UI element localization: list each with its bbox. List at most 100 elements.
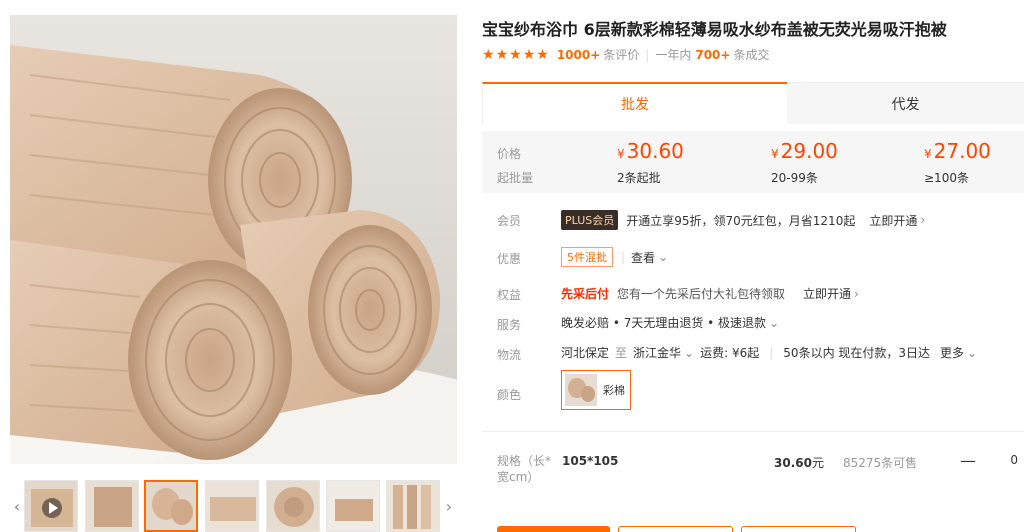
review-count[interactable]: 1000+ <box>557 48 600 62</box>
thumbnail-2[interactable] <box>85 480 139 532</box>
towel-rolls-photo <box>10 15 457 464</box>
spec-value: 105*105 <box>562 454 619 468</box>
member-offer-text: 开通立享95折，领70元红包，月省1210起 <box>626 213 856 228</box>
tab-dropship[interactable]: 代发 <box>787 82 1024 124</box>
shipping-fee: 运费: ¥6起 <box>700 346 760 360</box>
chevron-down-icon[interactable]: ⌄ <box>684 346 694 360</box>
color-option-selected[interactable]: 彩棉 <box>561 370 631 410</box>
tier-qty: 20-99条 <box>771 171 818 185</box>
thumbnail-graphic <box>146 482 196 530</box>
sold-count: 700+ <box>695 47 731 62</box>
star-icon: ★ <box>522 46 536 63</box>
delivery-estimate: 50条以内 现在付款，3日达 <box>783 346 931 360</box>
rights-row: 先采后付 您有一个先采后付大礼包待领取 立即开通 › <box>561 285 859 302</box>
ship-from: 河北保定 <box>561 346 610 360</box>
rights-open-link[interactable]: 立即开通 <box>803 285 851 302</box>
currency-symbol: ¥ <box>617 147 625 161</box>
plus-member-badge: PLUS会员 <box>561 210 619 230</box>
tier-qty: 2条起批 <box>617 171 661 185</box>
thumbnail-graphic <box>387 481 439 531</box>
color-option-label: 彩棉 <box>603 384 625 397</box>
rights-label: 权益 <box>497 288 522 302</box>
service-text: 晚发必赔 • 7天无理由退货 • 极速退款 <box>561 316 767 330</box>
price-tier: ¥30.60 <box>617 139 684 163</box>
thumbnail-4[interactable] <box>205 480 259 532</box>
section-divider <box>482 431 1024 432</box>
purchase-mode-tabs: 批发 代发 <box>482 82 1024 124</box>
price-tiers: 价格 起批量 ¥30.60 2条起批 ¥29.00 20-99条 ¥27.00 … <box>482 131 1024 193</box>
rights-text: 您有一个先采后付大礼包待领取 <box>617 287 786 301</box>
color-label: 颜色 <box>497 388 522 402</box>
divider: | <box>769 345 774 360</box>
chevron-right-icon: › <box>920 213 926 227</box>
main-product-image[interactable] <box>10 15 457 464</box>
currency-symbol: ¥ <box>924 147 932 161</box>
member-label: 会员 <box>497 214 522 228</box>
mixed-batch-tag: 5件混批 <box>561 247 613 267</box>
thumbnail-7[interactable] <box>386 480 440 532</box>
thumbnail-graphic <box>267 481 319 531</box>
spec-price-unit: 元 <box>811 456 824 470</box>
thumbnail-5[interactable] <box>266 480 320 532</box>
chevron-down-icon[interactable]: ⌄ <box>658 250 668 264</box>
review-suffix: 条评价 <box>603 48 640 62</box>
decrement-button[interactable]: — <box>950 444 986 476</box>
thumbnail-graphic <box>327 481 379 531</box>
divider: | <box>645 47 650 62</box>
tab-wholesale[interactable]: 批发 <box>482 82 787 124</box>
ship-to[interactable]: 浙江金华 <box>633 344 681 361</box>
period-label: 一年内 <box>655 48 692 62</box>
tertiary-action-button[interactable] <box>741 526 856 532</box>
quantity-stepper: — 0 <box>950 444 1024 476</box>
rating-summary: ★ ★ ★ ★ ★ 1000+ 条评价 | 一年内 700+ 条成交 <box>482 46 769 63</box>
thumbnail-graphic <box>206 481 258 531</box>
primary-action-button[interactable] <box>497 526 610 532</box>
quantity-input[interactable]: 0 <box>986 444 1024 476</box>
star-icon: ★ <box>509 46 522 63</box>
divider: | <box>621 250 626 264</box>
discount-view-link[interactable]: 查看 <box>631 249 655 266</box>
logistics-label: 物流 <box>497 348 522 362</box>
min-qty-label: 起批量 <box>497 171 534 185</box>
member-open-link[interactable]: 立即开通 <box>869 212 917 229</box>
spec-price-number: 30.60 <box>774 456 812 470</box>
thumbnail-3-active[interactable] <box>144 480 198 532</box>
thumbnail-graphic <box>86 481 138 531</box>
star-rating: ★ ★ ★ ★ ★ <box>482 48 549 62</box>
spec-price: 30.60元 <box>774 454 824 471</box>
service-label: 服务 <box>497 318 522 332</box>
to-word: 至 <box>615 346 628 360</box>
chevron-left-icon[interactable]: ‹ <box>10 492 24 520</box>
spec-label: 规格（长*宽cm） <box>497 454 552 484</box>
chevron-down-icon[interactable]: ⌄ <box>967 346 977 360</box>
tier-qty: ≥100条 <box>924 171 969 185</box>
currency-symbol: ¥ <box>771 147 779 161</box>
product-title: 宝宝纱布浴巾 6层新款彩棉轻薄易吸水纱布盖被无荧光易吸汗抱被 <box>482 20 947 39</box>
star-icon: ★ <box>482 46 495 63</box>
logistics-more-link[interactable]: 更多 <box>940 344 964 361</box>
member-row: PLUS会员 开通立享95折，领70元红包，月省1210起 立即开通 › <box>561 210 925 230</box>
thumbnail-strip: ‹ › <box>10 478 460 532</box>
pay-later-highlight: 先采后付 <box>561 287 610 301</box>
swatch-graphic <box>565 374 597 406</box>
video-thumbnail-graphic <box>25 481 77 531</box>
tier-price: 30.60 <box>626 139 684 163</box>
spec-stock: 85275条可售 <box>843 456 918 470</box>
service-row: 晚发必赔 • 7天无理由退货 • 极速退款 ⌄ <box>561 314 779 331</box>
tier-price: 29.00 <box>780 139 838 163</box>
thumbnail-video[interactable] <box>24 480 78 532</box>
price-tier: ¥29.00 <box>771 139 838 163</box>
secondary-action-button[interactable] <box>618 526 733 532</box>
star-icon: ★ <box>495 46 509 63</box>
thumbnail-6[interactable] <box>326 480 380 532</box>
logistics-row: 河北保定 至 浙江金华 ⌄ 运费: ¥6起 | 50条以内 现在付款，3日达 更… <box>561 344 977 361</box>
chevron-right-icon: › <box>854 286 859 301</box>
star-icon: ★ <box>536 46 549 63</box>
tier-price: 27.00 <box>933 139 991 163</box>
chevron-right-icon[interactable]: › <box>442 492 456 520</box>
price-tier: ¥27.00 <box>924 139 991 163</box>
chevron-down-icon[interactable]: ⌄ <box>769 316 779 330</box>
discount-label: 优惠 <box>497 252 522 266</box>
price-label: 价格 <box>497 147 522 161</box>
color-swatch-image <box>565 374 597 406</box>
